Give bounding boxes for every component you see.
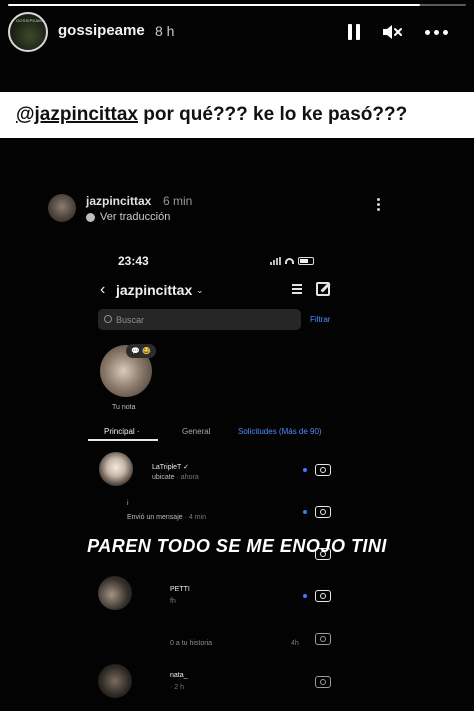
camera-icon[interactable] [315,464,331,476]
wifi-icon [285,258,294,264]
tab-general[interactable]: General [182,427,210,436]
reposted-timestamp: 6 min [163,194,193,208]
avatar[interactable]: GOSSIPEAME [8,12,48,52]
avatar-logo-text: GOSSIPEAME [16,18,45,23]
active-tab-indicator [88,439,158,441]
dm-search-input[interactable]: Buscar [98,309,301,330]
reposted-avatar[interactable] [48,194,76,222]
back-chevron-icon[interactable]: ‹ [100,281,105,299]
conversation-time: · ahora [176,474,199,481]
caption-text: por qué??? ke lo ke pasó??? [138,104,408,125]
more-vertical-icon[interactable] [375,198,381,211]
speaker-muted-icon[interactable] [380,20,406,44]
conversation-time: fh [170,598,176,605]
conversation-name[interactable]: LaTripleT ✓ [152,463,189,471]
battery-icon [298,257,314,265]
conversation-preview: ubicate · ahora [152,474,199,481]
tab-requests[interactable]: Solicitudes (Más de 90) [238,427,322,436]
story-progress-bar [8,4,466,6]
note-bubble[interactable]: 💬 😂 [126,344,156,358]
unread-dot [303,468,307,472]
conversation-preview-text: 0 a tu historia [170,640,213,647]
camera-icon[interactable] [315,590,331,602]
story-header: GOSSIPEAME gossipeame 8 h [0,10,474,54]
camera-icon[interactable] [315,506,331,518]
conversation-partial-name: i [127,500,129,507]
conversation-name[interactable]: nata_ [170,672,188,679]
more-horizontal-icon[interactable] [420,20,452,44]
story-timestamp: 8 h [155,23,175,39]
globe-icon [86,212,95,222]
note-label: Tu nota [112,404,136,411]
story-overlay-text: PAREN TODO SE ME ENOJO TINI [87,536,387,556]
filter-button[interactable]: Filtrar [310,315,330,324]
list-view-icon[interactable] [288,282,302,296]
conversation-preview-text: ubicate [152,474,175,481]
camera-icon[interactable] [315,633,331,645]
story-caption: @jazpincittax por qué??? ke lo ke pasó??… [0,92,474,138]
unread-dot [303,594,307,598]
conversation-time: 4h [291,640,299,647]
see-translation-label: Ver traducción [100,211,171,223]
conversation-name[interactable]: PETTI [170,586,190,593]
signal-icon [270,257,281,265]
camera-icon[interactable] [315,676,331,688]
conversation-avatar[interactable] [99,452,133,486]
unread-dot [303,510,307,514]
mention-link[interactable]: @jazpincittax [16,104,138,126]
status-bar-time: 23:43 [118,254,149,268]
story-username[interactable]: gossipeame [58,22,145,39]
status-bar-icons [270,256,314,266]
story-progress-fill [8,4,421,6]
new-message-icon[interactable] [316,282,330,296]
conversation-avatar[interactable] [98,664,132,698]
conversation-avatar[interactable] [98,576,132,610]
conversation-preview-text: Envió un mensaje [127,514,183,521]
dm-account-title[interactable]: jazpincittax [116,282,192,298]
story-viewer[interactable]: GOSSIPEAME gossipeame 8 h @jazpincittax … [0,0,474,711]
tab-principal[interactable]: Principal · [104,427,140,436]
conversation-preview: Envió un mensaje · 4 min [127,514,206,521]
conversation-time: · 2 h [170,684,185,691]
pause-icon[interactable] [344,20,364,44]
reposted-username[interactable]: jazpincittax [86,194,151,208]
see-translation-link[interactable]: Ver traducción [86,211,170,223]
conversation-time: · 4 min [184,514,207,521]
account-switch-chevron-icon[interactable]: ⌄ [196,285,204,296]
